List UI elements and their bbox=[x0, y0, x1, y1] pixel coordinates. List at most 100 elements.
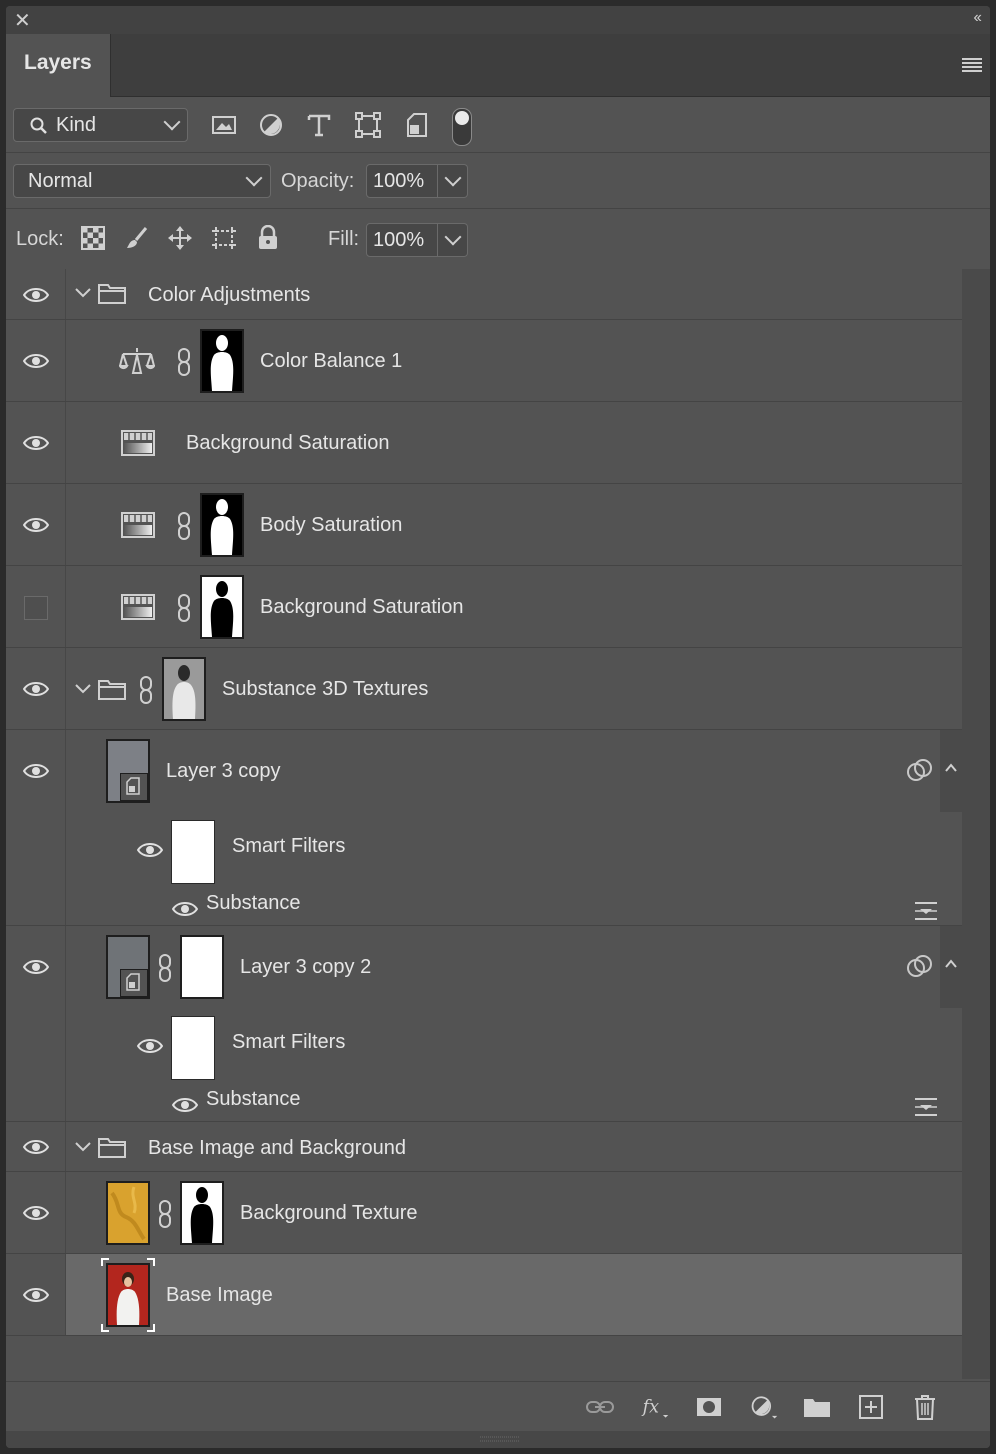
smart-filter-mask-thumbnail[interactable] bbox=[171, 1016, 215, 1080]
layer-mask-thumbnail[interactable] bbox=[180, 935, 224, 999]
visibility-toggle-off[interactable] bbox=[24, 596, 48, 620]
visibility-eye-icon[interactable] bbox=[23, 762, 49, 780]
link-layers-icon[interactable] bbox=[585, 1392, 615, 1422]
opacity-input[interactable]: 100% bbox=[366, 164, 438, 198]
filter-name: Substance bbox=[206, 1088, 301, 1110]
layer-thumbnail[interactable] bbox=[106, 1263, 150, 1327]
smart-filter-effects-icon[interactable] bbox=[906, 954, 934, 978]
panel-menu-icon[interactable] bbox=[962, 58, 982, 72]
shape-layer-filter-icon[interactable] bbox=[353, 110, 383, 140]
layer-row-group[interactable]: Base Image and Background bbox=[6, 1122, 962, 1172]
layer-mask-thumbnail[interactable] bbox=[200, 329, 244, 393]
layer-thumbnail[interactable] bbox=[106, 739, 150, 803]
lock-position-icon[interactable] bbox=[167, 225, 193, 251]
bottom-toolbar: fx bbox=[6, 1381, 990, 1432]
fill-input[interactable]: 100% bbox=[366, 223, 438, 257]
layer-row-color-balance[interactable]: Color Balance 1 bbox=[6, 320, 962, 402]
link-icon[interactable] bbox=[176, 348, 192, 376]
opacity-label: Opacity: bbox=[281, 170, 355, 192]
visibility-eye-icon[interactable] bbox=[172, 1096, 198, 1114]
layer-list: Color Adjustments Color Balance 1 Backgr… bbox=[6, 269, 962, 1379]
smart-filter-mask-thumbnail[interactable] bbox=[171, 820, 215, 884]
lock-image-pixels-icon[interactable] bbox=[124, 225, 150, 251]
resize-handle[interactable] bbox=[6, 1431, 990, 1448]
hue-saturation-icon bbox=[121, 512, 155, 538]
tab-layers-label: Layers bbox=[24, 51, 92, 74]
group-mask-thumbnail[interactable] bbox=[162, 657, 206, 721]
smart-filter-effects-icon[interactable] bbox=[906, 758, 934, 782]
layer-row-smart-object[interactable]: Layer 3 copy 2 Smart Filters Substance bbox=[6, 926, 962, 1122]
smart-object-filter-icon[interactable] bbox=[402, 110, 432, 140]
chevron-down-icon[interactable] bbox=[74, 1141, 92, 1153]
layer-name: Body Saturation bbox=[260, 514, 403, 536]
layers-scrollbar[interactable] bbox=[962, 269, 990, 1379]
color-balance-icon bbox=[119, 348, 155, 374]
collapse-icon[interactable]: ‹‹ bbox=[973, 9, 982, 27]
layer-name: Background Saturation bbox=[186, 432, 390, 454]
new-layer-icon[interactable] bbox=[856, 1392, 886, 1422]
chevron-down-icon bbox=[444, 169, 462, 187]
visibility-eye-icon[interactable] bbox=[137, 841, 163, 859]
lock-artboard-icon[interactable] bbox=[211, 225, 237, 251]
layer-row-group[interactable]: Substance 3D Textures bbox=[6, 648, 962, 730]
layer-mask-thumbnail[interactable] bbox=[180, 1181, 224, 1245]
tab-layers[interactable]: Layers bbox=[6, 34, 111, 97]
layer-name: Color Balance 1 bbox=[260, 350, 403, 372]
link-icon[interactable] bbox=[176, 594, 192, 622]
collapse-effects-button[interactable] bbox=[940, 926, 962, 1008]
lock-all-icon[interactable] bbox=[255, 225, 281, 251]
blending-options-icon[interactable] bbox=[913, 1096, 939, 1118]
chevron-down-icon[interactable] bbox=[74, 287, 92, 299]
layer-row-pixel[interactable]: Background Texture bbox=[6, 1172, 962, 1254]
adjustment-layer-filter-icon[interactable] bbox=[256, 110, 286, 140]
visibility-eye-icon[interactable] bbox=[23, 286, 49, 304]
link-icon[interactable] bbox=[176, 512, 192, 540]
visibility-eye-icon[interactable] bbox=[23, 958, 49, 976]
link-icon[interactable] bbox=[157, 954, 173, 982]
filter-toggle[interactable] bbox=[452, 108, 472, 146]
layer-row-group[interactable]: Color Adjustments bbox=[6, 269, 962, 320]
new-group-icon[interactable] bbox=[802, 1392, 832, 1422]
fill-dropdown-button[interactable] bbox=[438, 223, 468, 257]
layer-thumbnail[interactable] bbox=[106, 935, 150, 999]
layer-style-fx-icon[interactable]: fx bbox=[640, 1392, 670, 1422]
link-icon[interactable] bbox=[157, 1200, 173, 1228]
collapse-effects-button[interactable] bbox=[940, 730, 962, 812]
add-mask-icon[interactable] bbox=[694, 1392, 724, 1422]
visibility-eye-icon[interactable] bbox=[23, 680, 49, 698]
blend-mode-label: Normal bbox=[28, 170, 93, 192]
tab-bar: Layers bbox=[6, 34, 990, 97]
close-icon[interactable]: ✕ bbox=[14, 8, 31, 33]
layer-mask-thumbnail[interactable] bbox=[200, 493, 244, 557]
visibility-eye-icon[interactable] bbox=[23, 1286, 49, 1304]
delete-layer-icon[interactable] bbox=[910, 1392, 940, 1422]
visibility-eye-icon[interactable] bbox=[172, 900, 198, 918]
layer-row-hue-saturation[interactable]: Body Saturation bbox=[6, 484, 962, 566]
blend-mode-select[interactable]: Normal bbox=[13, 164, 271, 198]
visibility-eye-icon[interactable] bbox=[137, 1037, 163, 1055]
layer-row-smart-object[interactable]: Layer 3 copy Smart Filters Substance bbox=[6, 730, 962, 926]
svg-text:fx: fx bbox=[641, 1397, 660, 1417]
pixel-layer-filter-icon[interactable] bbox=[209, 110, 239, 140]
lock-transparent-pixels-icon[interactable] bbox=[80, 225, 106, 251]
visibility-eye-icon[interactable] bbox=[23, 1138, 49, 1156]
layer-row-hue-saturation[interactable]: Background Saturation bbox=[6, 566, 962, 648]
opacity-dropdown-button[interactable] bbox=[438, 164, 468, 198]
folder-icon bbox=[98, 1138, 126, 1158]
layer-thumbnail[interactable] bbox=[106, 1181, 150, 1245]
link-icon[interactable] bbox=[138, 676, 154, 704]
layer-row-hue-saturation[interactable]: Background Saturation bbox=[6, 402, 962, 484]
visibility-eye-icon[interactable] bbox=[23, 434, 49, 452]
layer-mask-thumbnail[interactable] bbox=[200, 575, 244, 639]
visibility-eye-icon[interactable] bbox=[23, 352, 49, 370]
chevron-down-icon[interactable] bbox=[74, 683, 92, 695]
layer-row-pixel-selected[interactable]: Base Image bbox=[6, 1254, 962, 1336]
chevron-down-icon bbox=[163, 113, 181, 131]
filter-row: Kind bbox=[6, 98, 990, 153]
visibility-eye-icon[interactable] bbox=[23, 1204, 49, 1222]
filter-kind-select[interactable]: Kind bbox=[13, 108, 188, 142]
blending-options-icon[interactable] bbox=[913, 900, 939, 922]
visibility-eye-icon[interactable] bbox=[23, 516, 49, 534]
type-layer-filter-icon[interactable] bbox=[304, 110, 334, 140]
new-fill-adjustment-layer-icon[interactable] bbox=[749, 1392, 779, 1422]
